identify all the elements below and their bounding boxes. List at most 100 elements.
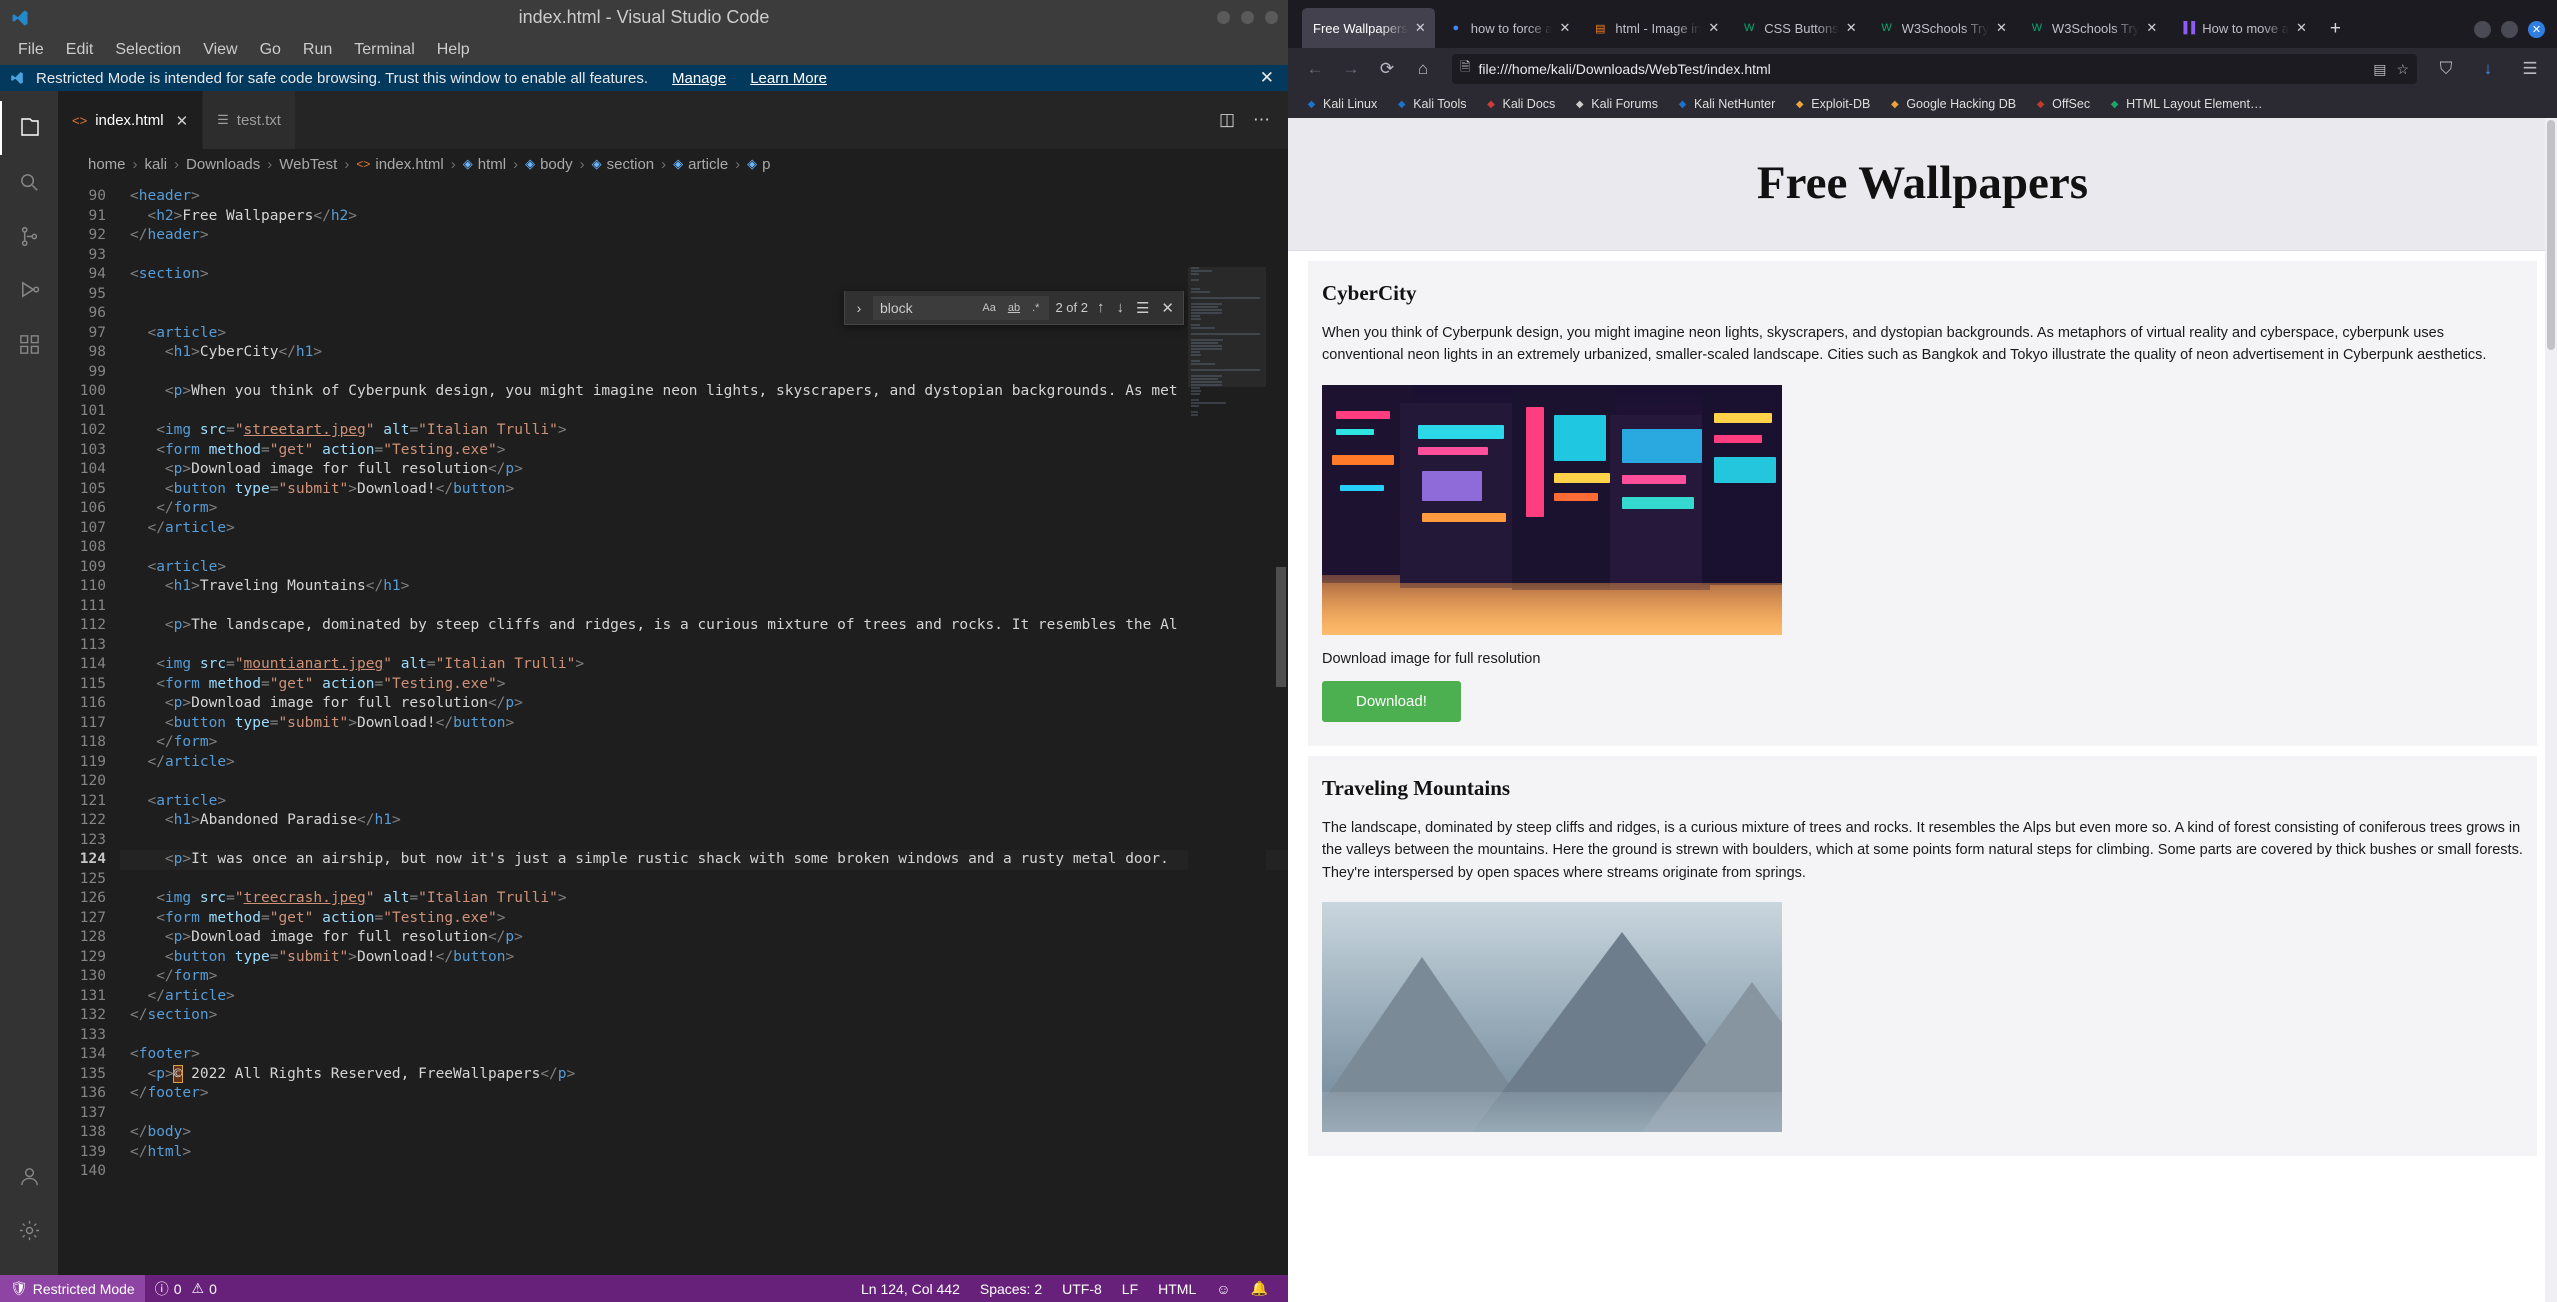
breadcrumb-webtest[interactable]: WebTest	[279, 156, 337, 173]
activity-search-icon[interactable]	[0, 155, 58, 209]
bookmark-2[interactable]: ◆ Kali Docs	[1477, 94, 1562, 114]
code-line[interactable]: </article>	[120, 753, 1288, 773]
bookmark-6[interactable]: ◆ Google Hacking DB	[1881, 94, 2023, 114]
regex-icon[interactable]: .*	[1029, 301, 1042, 315]
code-line[interactable]	[120, 538, 1288, 558]
code-line[interactable]: <article>	[120, 324, 1288, 344]
browser-tab-6[interactable]: ▐▐ How to move a ✕	[2168, 8, 2316, 48]
status-language-mode[interactable]: HTML	[1148, 1275, 1206, 1302]
find-close-icon[interactable]: ✕	[1158, 299, 1177, 317]
code-line[interactable]: <header>	[120, 187, 1288, 207]
browser-tab-2[interactable]: ▤ html - Image in ✕	[1581, 8, 1728, 48]
browser-tab-close-icon[interactable]: ✕	[1846, 20, 1857, 36]
download-button[interactable]: Download!	[1322, 680, 1461, 722]
code-line[interactable]: </body>	[120, 1123, 1288, 1143]
code-line[interactable]: </article>	[120, 987, 1288, 1007]
browser-tab-5[interactable]: W W3Schools Try ✕	[2018, 8, 2166, 48]
code-line[interactable]: </html>	[120, 1143, 1288, 1163]
find-previous-icon[interactable]: ↑	[1094, 299, 1108, 316]
code-line[interactable]	[120, 772, 1288, 792]
editor-tab-test-txt[interactable]: ☰ test.txt	[203, 91, 296, 149]
code-line[interactable]: <h1>CyberCity</h1>	[120, 343, 1288, 363]
page-viewport[interactable]: Free Wallpapers CyberCity When you think…	[1288, 118, 2557, 1302]
code-line[interactable]: <button type="submit">Download!</button>	[120, 480, 1288, 500]
code-line[interactable]: <section>	[120, 265, 1288, 285]
code-line[interactable]	[120, 870, 1288, 890]
code-line[interactable]: <form method="get" action="Testing.exe">	[120, 675, 1288, 695]
status-feedback-icon[interactable]: ☺	[1206, 1275, 1240, 1302]
activity-source-control-icon[interactable]	[0, 209, 58, 263]
breadcrumb-article[interactable]: ◈ article	[673, 156, 728, 173]
code-line[interactable]: </header>	[120, 226, 1288, 246]
browser-tab-close-icon[interactable]: ✕	[1559, 20, 1570, 36]
code-editor[interactable]: 90 91 92 93 94 95 96 97 98 99 100 101 102 103 104 105 10…	[58, 179, 1288, 1275]
whole-word-icon[interactable]: ab	[1005, 301, 1023, 315]
back-button[interactable]: ←	[1300, 54, 1330, 84]
editor-tab-close-icon[interactable]: ✕	[176, 112, 189, 130]
code-line[interactable]: </footer>	[120, 1084, 1288, 1104]
browser-tab-close-icon[interactable]: ✕	[1708, 20, 1719, 36]
browser-tab-0[interactable]: Free Wallpapers ✕	[1302, 8, 1435, 48]
bookmark-4[interactable]: ◆ Kali NetHunter	[1669, 94, 1782, 114]
app-menu-icon[interactable]: ☰	[2515, 54, 2545, 84]
article-image-cybercity[interactable]	[1322, 384, 1782, 635]
browser-tab-3[interactable]: W CSS Buttons ✕	[1730, 8, 1865, 48]
browser-tab-close-icon[interactable]: ✕	[1996, 20, 2007, 36]
downloads-icon[interactable]: ↓	[2473, 54, 2503, 84]
browser-close-button[interactable]: ✕	[2528, 21, 2545, 38]
learn-more-link[interactable]: Learn More	[750, 70, 827, 87]
shield-icon[interactable]: ⛉	[2431, 54, 2461, 84]
code-line[interactable]: <img src="streetart.jpeg" alt="Italian T…	[120, 421, 1288, 441]
browser-tab-close-icon[interactable]: ✕	[2296, 20, 2307, 36]
breadcrumb-index-html[interactable]: <> index.html	[356, 156, 443, 173]
code-line[interactable]: <p>It was once an airship, but now it's …	[120, 850, 1288, 870]
code-line[interactable]	[120, 636, 1288, 656]
status-indentation[interactable]: Spaces: 2	[970, 1275, 1052, 1302]
window-controls[interactable]	[1217, 11, 1278, 24]
browser-tab-1[interactable]: ● how to force a ✕	[1437, 8, 1580, 48]
code-line[interactable]	[120, 246, 1288, 266]
new-tab-button[interactable]: +	[2318, 18, 2353, 48]
code-line[interactable]: <p>Download image for full resolution</p…	[120, 928, 1288, 948]
code-line[interactable]: <p>© 2022 All Rights Reserved, FreeWallp…	[120, 1064, 1288, 1085]
code-line[interactable]	[120, 831, 1288, 851]
menu-run[interactable]: Run	[293, 38, 342, 62]
code-line[interactable]: </form>	[120, 499, 1288, 519]
split-editor-icon[interactable]: ◫	[1219, 110, 1235, 130]
menu-edit[interactable]: Edit	[56, 38, 104, 62]
menu-go[interactable]: Go	[250, 38, 291, 62]
code-line[interactable]	[120, 597, 1288, 617]
breadcrumb-section[interactable]: ◈ section	[592, 156, 655, 173]
code-line[interactable]: </form>	[120, 733, 1288, 753]
code-line[interactable]: <p>Download image for full resolution</p…	[120, 460, 1288, 480]
status-bell-icon[interactable]: 🔔	[1241, 1275, 1278, 1302]
code-line[interactable]	[120, 1162, 1288, 1182]
bookmark-star-icon[interactable]: ☆	[2396, 61, 2409, 78]
activity-settings-icon[interactable]	[0, 1203, 58, 1257]
code-line[interactable]: <img src="treecrash.jpeg" alt="Italian T…	[120, 889, 1288, 909]
code-line[interactable]: </article>	[120, 519, 1288, 539]
url-bar[interactable]: 🗎 file:///home/kali/Downloads/WebTest/in…	[1452, 54, 2417, 84]
activity-explorer-icon[interactable]	[0, 101, 58, 155]
article-image-mountains[interactable]	[1322, 902, 1782, 1133]
code-line[interactable]: <button type="submit">Download!</button>	[120, 714, 1288, 734]
code-line[interactable]	[120, 1026, 1288, 1046]
code-line[interactable]: <h1>Abandoned Paradise</h1>	[120, 811, 1288, 831]
breadcrumb-kali[interactable]: kali	[145, 156, 168, 173]
breadcrumb-body[interactable]: ◈ body	[525, 156, 573, 173]
code-line[interactable]	[120, 1104, 1288, 1124]
code-line[interactable]: </form>	[120, 967, 1288, 987]
editor-scrollbar-thumb[interactable]	[1276, 567, 1286, 687]
page-scrollbar[interactable]	[2545, 118, 2557, 1302]
bookmark-3[interactable]: ◆ Kali Forums	[1566, 94, 1665, 114]
breadcrumb-p[interactable]: ◈ p	[747, 156, 770, 173]
code-line[interactable]: <button type="submit">Download!</button>	[120, 948, 1288, 968]
home-button[interactable]: ⌂	[1408, 54, 1438, 84]
find-next-icon[interactable]: ↓	[1113, 299, 1127, 316]
reload-button[interactable]: ⟳	[1372, 54, 1402, 84]
toggle-replace-icon[interactable]: ›	[851, 300, 867, 316]
browser-tab-close-icon[interactable]: ✕	[1415, 20, 1426, 36]
activity-run-debug-icon[interactable]	[0, 263, 58, 317]
activity-accounts-icon[interactable]	[0, 1149, 58, 1203]
status-problems[interactable]: ⓘ 0 ⚠ 0	[145, 1275, 227, 1302]
